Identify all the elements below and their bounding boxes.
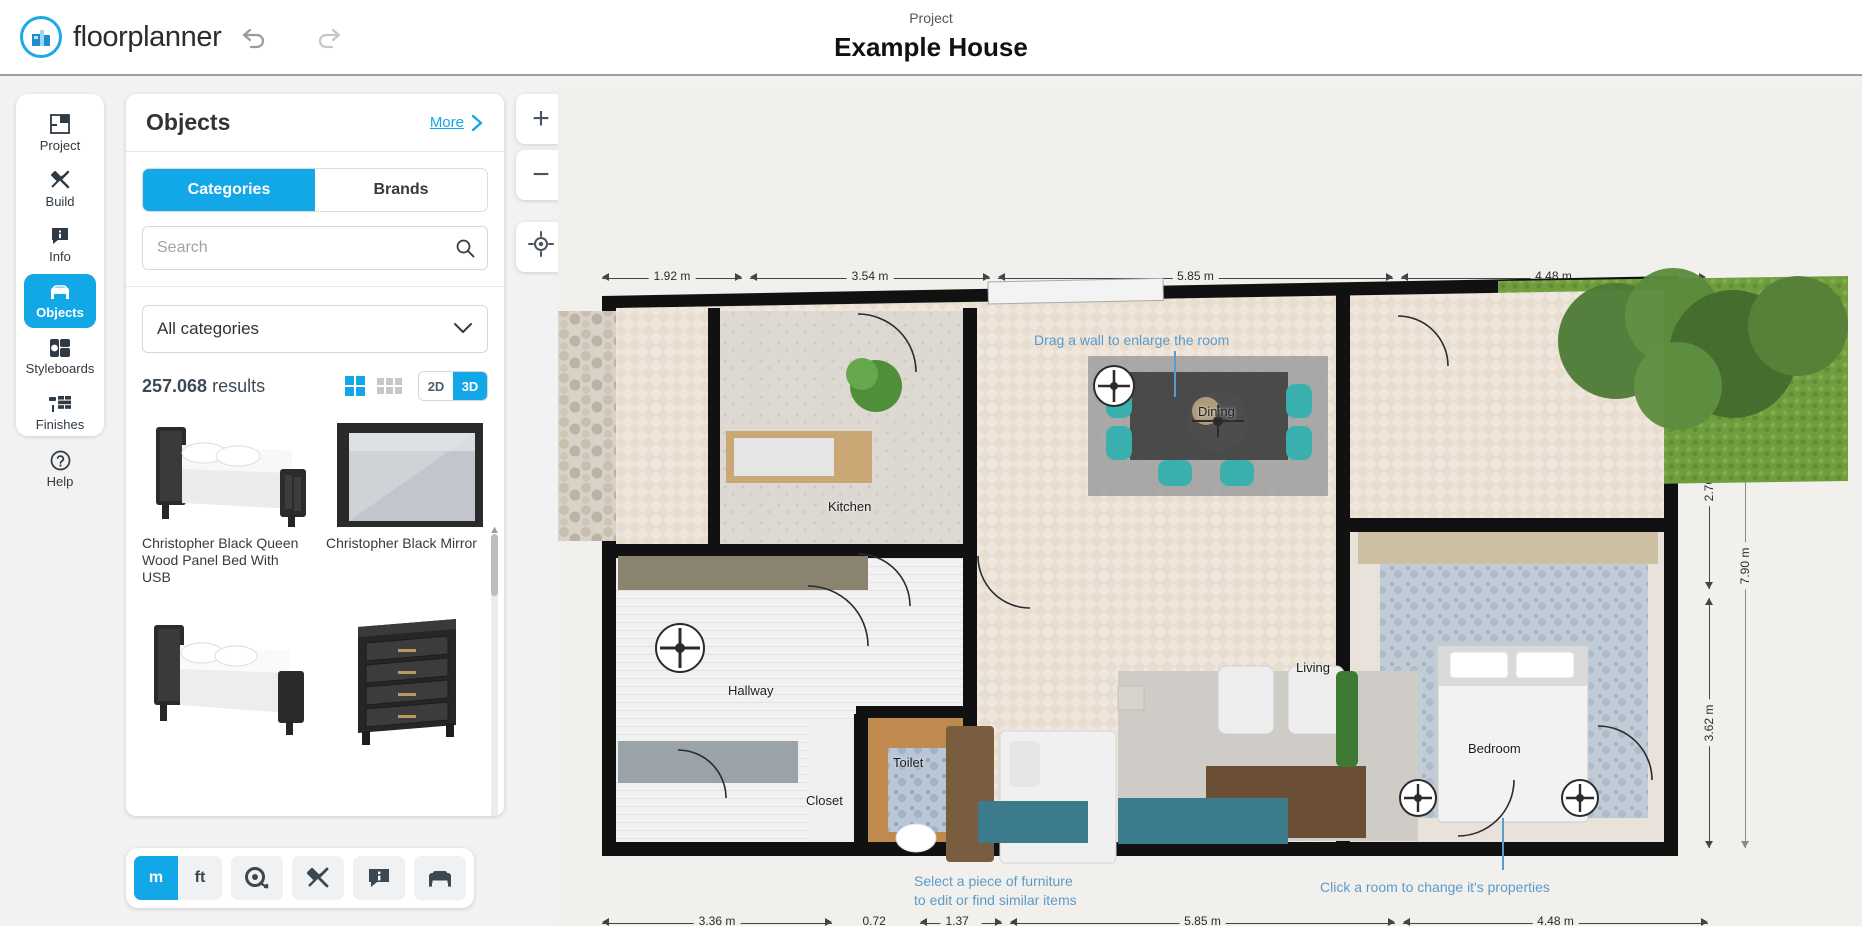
sidebar-item-label: Help xyxy=(46,473,74,489)
panel-tabs: Categories Brands xyxy=(142,168,488,212)
sidebar-item-finishes[interactable]: Finishes xyxy=(24,386,96,440)
search-icon[interactable] xyxy=(455,238,475,263)
sidebar-item-styleboards[interactable]: Styleboards xyxy=(24,330,96,384)
product-name xyxy=(142,757,310,809)
tools-button[interactable] xyxy=(292,856,344,900)
hint-click-room: Click a room to change it's properties xyxy=(1320,879,1550,895)
objects-panel-header: Objects More xyxy=(126,94,504,152)
sidebar-item-label: Project xyxy=(39,138,81,153)
product-grid: Christopher Black Queen Wood Panel Bed W… xyxy=(142,411,488,809)
floorplan-drawing[interactable] xyxy=(558,86,1862,926)
info-button[interactable] xyxy=(353,856,405,900)
hint-drag-wall: Drag a wall to enlarge the room xyxy=(1034,332,1230,348)
results-count-value: 257.068 xyxy=(142,375,208,396)
sidebar-item-project[interactable]: Project xyxy=(24,106,96,160)
results-2d-button[interactable]: 2D xyxy=(419,372,453,400)
objects-panel: Objects More Categories Brands Search Al… xyxy=(126,94,504,816)
product-name xyxy=(326,757,488,809)
hint-click-room-connector xyxy=(1502,818,1504,870)
more-label: More xyxy=(429,114,464,131)
results-row: 257.068 results 2D 3D xyxy=(142,371,488,401)
product-name: Christopher Black Mirror xyxy=(326,535,477,551)
page-title: Objects xyxy=(146,109,231,135)
mirror-thumbnail xyxy=(326,411,488,529)
build-icon xyxy=(49,169,71,191)
results-count: 257.068 results xyxy=(142,376,265,397)
room-label-hallway[interactable]: Hallway xyxy=(728,683,774,698)
search-box xyxy=(142,226,488,270)
tab-categories[interactable]: Categories xyxy=(143,169,315,211)
product-name: Christopher Black Queen Wood Panel Bed W… xyxy=(142,535,299,586)
furniture-button[interactable] xyxy=(414,856,466,900)
sofa-icon xyxy=(426,867,454,889)
project-header: Project Example House xyxy=(0,10,1862,63)
category-select[interactable]: All categories xyxy=(142,305,488,353)
results-tools: 2D 3D xyxy=(345,371,488,401)
hint-drag-wall-connector xyxy=(1174,351,1176,397)
objects-icon xyxy=(48,282,72,302)
search-input[interactable] xyxy=(142,226,488,270)
more-link[interactable]: More xyxy=(430,114,484,132)
measuring-tape-icon xyxy=(244,866,270,890)
sidebar-item-label: Finishes xyxy=(35,417,85,432)
results-count-suffix: results xyxy=(207,375,266,396)
sidebar-item-objects[interactable]: Objects xyxy=(24,274,96,328)
unit-toggle: m ft xyxy=(134,856,222,900)
sidebar-item-label: Build xyxy=(45,194,75,209)
measure-tool-button[interactable] xyxy=(231,856,283,900)
help-icon xyxy=(50,450,71,471)
unit-feet-button[interactable]: ft xyxy=(178,856,222,900)
product-card[interactable]: Christopher Black Mirror xyxy=(326,411,488,587)
bed-thumbnail xyxy=(142,411,310,529)
project-kicker: Project xyxy=(909,10,953,26)
sidebar-item-label: Info xyxy=(49,249,71,264)
unit-meters-button[interactable]: m xyxy=(134,856,178,900)
room-label-bedroom[interactable]: Bedroom xyxy=(1468,741,1521,756)
left-rail: Project Build Info Objects Styleboards F… xyxy=(16,94,104,489)
floorplan-canvas[interactable]: 1.92 m 3.54 m 5.85 m 4.48 m 4.04 m 2.12 … xyxy=(558,86,1862,926)
chevron-down-icon xyxy=(453,319,473,339)
room-label-kitchen[interactable]: Kitchen xyxy=(828,499,871,514)
panel-divider xyxy=(126,286,504,287)
hint-select-furniture: Select a piece of furniture to edit or f… xyxy=(914,873,1077,908)
room-label-closet[interactable]: Closet xyxy=(806,793,843,808)
floorplanner-app: floorplanner Project Example House Proje… xyxy=(0,0,1862,926)
bottom-toolbar: m ft xyxy=(126,848,474,908)
finishes-icon xyxy=(48,394,72,414)
grid-2-icon[interactable] xyxy=(345,376,365,396)
sidebar-item-label: Objects xyxy=(36,305,84,320)
styleboards-icon xyxy=(49,338,71,358)
product-card[interactable]: Christopher Black Queen Wood Panel Bed W… xyxy=(142,411,310,587)
results-dimension-toggle: 2D 3D xyxy=(418,371,488,401)
sidebar-item-help[interactable]: Help xyxy=(24,442,96,496)
product-card[interactable] xyxy=(142,587,310,809)
results-3d-button[interactable]: 3D xyxy=(453,372,487,400)
grid-3-icon[interactable] xyxy=(377,378,402,394)
tools-icon xyxy=(305,866,331,890)
project-title[interactable]: Example House xyxy=(0,32,1862,63)
room-label-toilet[interactable]: Toilet xyxy=(893,755,923,770)
project-icon xyxy=(49,113,71,135)
info-icon xyxy=(50,226,70,246)
dresser-thumbnail xyxy=(326,601,488,751)
category-select-value: All categories xyxy=(157,319,260,338)
sidebar-item-build[interactable]: Build xyxy=(24,162,96,216)
room-label-living[interactable]: Living xyxy=(1296,660,1330,675)
room-label-dining[interactable]: Dining xyxy=(1198,404,1235,419)
chevron-right-icon xyxy=(471,114,484,132)
sidebar-item-info[interactable]: Info xyxy=(24,218,96,272)
target-icon xyxy=(528,231,554,263)
tab-brands[interactable]: Brands xyxy=(315,169,487,211)
info-bubble-icon xyxy=(367,867,391,889)
product-card[interactable] xyxy=(326,587,488,809)
bed-thumbnail-2 xyxy=(142,601,310,751)
panel-scrollbar[interactable] xyxy=(491,534,498,816)
sidebar-item-label: Styleboards xyxy=(25,361,95,376)
top-bar: floorplanner Project Example House xyxy=(0,0,1862,76)
